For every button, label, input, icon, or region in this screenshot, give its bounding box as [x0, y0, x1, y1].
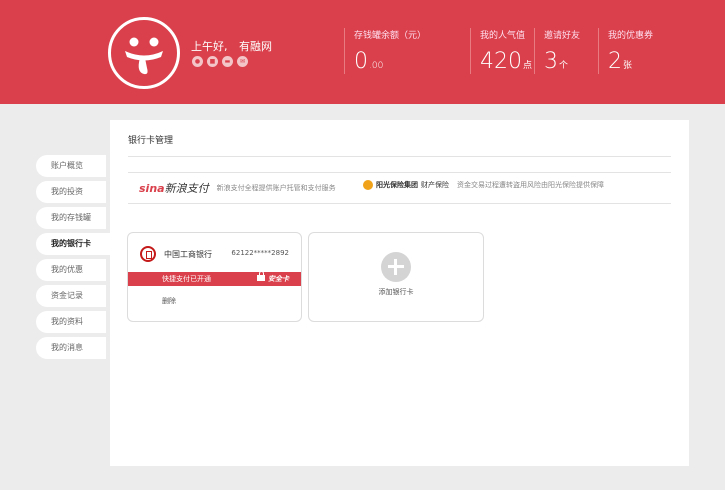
bank-card-panel: 银行卡管理 sina新浪支付 新浪支付全程提供账户托管和支付服务 阳光保险集团 …	[110, 120, 689, 466]
sidebar-item-my-offers[interactable]: 我的优惠	[36, 259, 106, 281]
add-card-label: 添加银行卡	[378, 288, 414, 296]
divider	[470, 28, 471, 74]
divider	[598, 28, 599, 74]
sun-icon	[363, 180, 373, 190]
stat-unit: 个	[559, 61, 569, 71]
sunshine-insurance-logo: 阳光保险集团 财产保险	[363, 180, 449, 190]
stat-value: 2	[608, 49, 622, 74]
page-title: 银行卡管理	[128, 136, 174, 146]
sina-pay-logo: sina新浪支付	[139, 180, 209, 196]
smiley-logo-icon	[125, 37, 163, 75]
greeting: 上午好, 有融网	[191, 38, 280, 54]
sidebar-item-my-profile[interactable]: 我的资料	[36, 311, 106, 333]
divider	[128, 203, 671, 204]
stat-popularity[interactable]: 我的人气值 420点	[480, 28, 532, 74]
sidebar-item-piggy-bank[interactable]: 我的存钱罐	[36, 207, 106, 229]
card-number: 62122*****2892	[231, 249, 289, 257]
mail-icon[interactable]: ✉	[237, 56, 248, 67]
avatar[interactable]	[108, 17, 180, 89]
card-icon[interactable]: ▬	[222, 56, 233, 67]
verification-icons: ● ■ ▬ ✉	[192, 56, 248, 67]
plus-icon	[381, 252, 411, 282]
sidebar-item-my-messages[interactable]: 我的消息	[36, 337, 106, 359]
divider	[128, 172, 671, 173]
stat-unit: 张	[623, 61, 633, 71]
sidebar-item-my-investments[interactable]: 我的投资	[36, 181, 106, 203]
user-icon[interactable]: ●	[192, 56, 203, 67]
add-bank-card-button[interactable]: 添加银行卡	[308, 232, 484, 322]
bank-name: 中国工商银行	[164, 250, 212, 259]
partner-sunshine: 阳光保险集团 财产保险 资金交易过程遭转盗用风险由阳光保险提供保障	[363, 180, 604, 190]
stat-balance: 存钱罐余额（元） 0.00	[354, 28, 426, 74]
stat-label: 邀请好友	[544, 31, 581, 41]
divider	[534, 28, 535, 74]
sunshine-logo-text: 阳光保险集团	[376, 181, 418, 189]
sina-logo-text: sina	[139, 182, 165, 195]
username: 有融网	[239, 40, 272, 53]
stat-coupons[interactable]: 我的优惠券 2张	[608, 28, 653, 74]
stat-value: 420	[480, 49, 522, 74]
partner-sina: sina新浪支付 新浪支付全程提供账户托管和支付服务	[139, 180, 336, 196]
stat-value: 3	[544, 49, 558, 74]
stat-label: 存钱罐余额（元）	[354, 31, 427, 41]
stat-label: 我的优惠券	[608, 31, 654, 41]
sidebar-nav: 账户概览 我的投资 我的存钱罐 我的银行卡 我的优惠 资金记录 我的资料 我的消…	[36, 155, 110, 363]
safe-card-label: 安全卡	[268, 275, 289, 283]
delete-card-link[interactable]: 删除	[162, 296, 176, 306]
safe-card-badge: 安全卡	[257, 271, 289, 286]
sina-logo-sub: 新浪支付	[164, 182, 209, 195]
stat-value: 0	[354, 49, 368, 74]
lock-icon	[257, 271, 265, 281]
stat-invite[interactable]: 邀请好友 3个	[544, 28, 580, 74]
partner-description: 资金交易过程遭转盗用风险由阳光保险提供保障	[457, 181, 604, 189]
quick-pay-status-bar: 快捷支付已开通 安全卡	[128, 271, 301, 286]
profile-header: 上午好, 有融网 ● ■ ▬ ✉ 存钱罐余额（元） 0.00 我的人气值 420…	[0, 0, 725, 104]
stat-unit: 点	[523, 61, 533, 71]
bank-card[interactable]: 中国工商银行 62122*****2892 快捷支付已开通 安全卡 删除	[127, 232, 302, 322]
greeting-text: 上午好,	[191, 40, 228, 53]
sunshine-logo-sub: 财产保险	[421, 181, 449, 189]
divider	[128, 156, 671, 157]
stat-unit: .00	[369, 61, 384, 71]
sidebar-item-fund-records[interactable]: 资金记录	[36, 285, 106, 307]
stat-label: 我的人气值	[480, 31, 526, 41]
quick-pay-status: 快捷支付已开通	[162, 275, 211, 283]
sidebar-item-bank-cards[interactable]: 我的银行卡	[36, 233, 110, 255]
partner-description: 新浪支付全程提供账户托管和支付服务	[216, 184, 336, 192]
icbc-logo-icon	[140, 246, 156, 262]
sidebar-item-account-overview[interactable]: 账户概览	[36, 155, 106, 177]
divider	[344, 28, 345, 74]
id-icon[interactable]: ■	[207, 56, 218, 67]
